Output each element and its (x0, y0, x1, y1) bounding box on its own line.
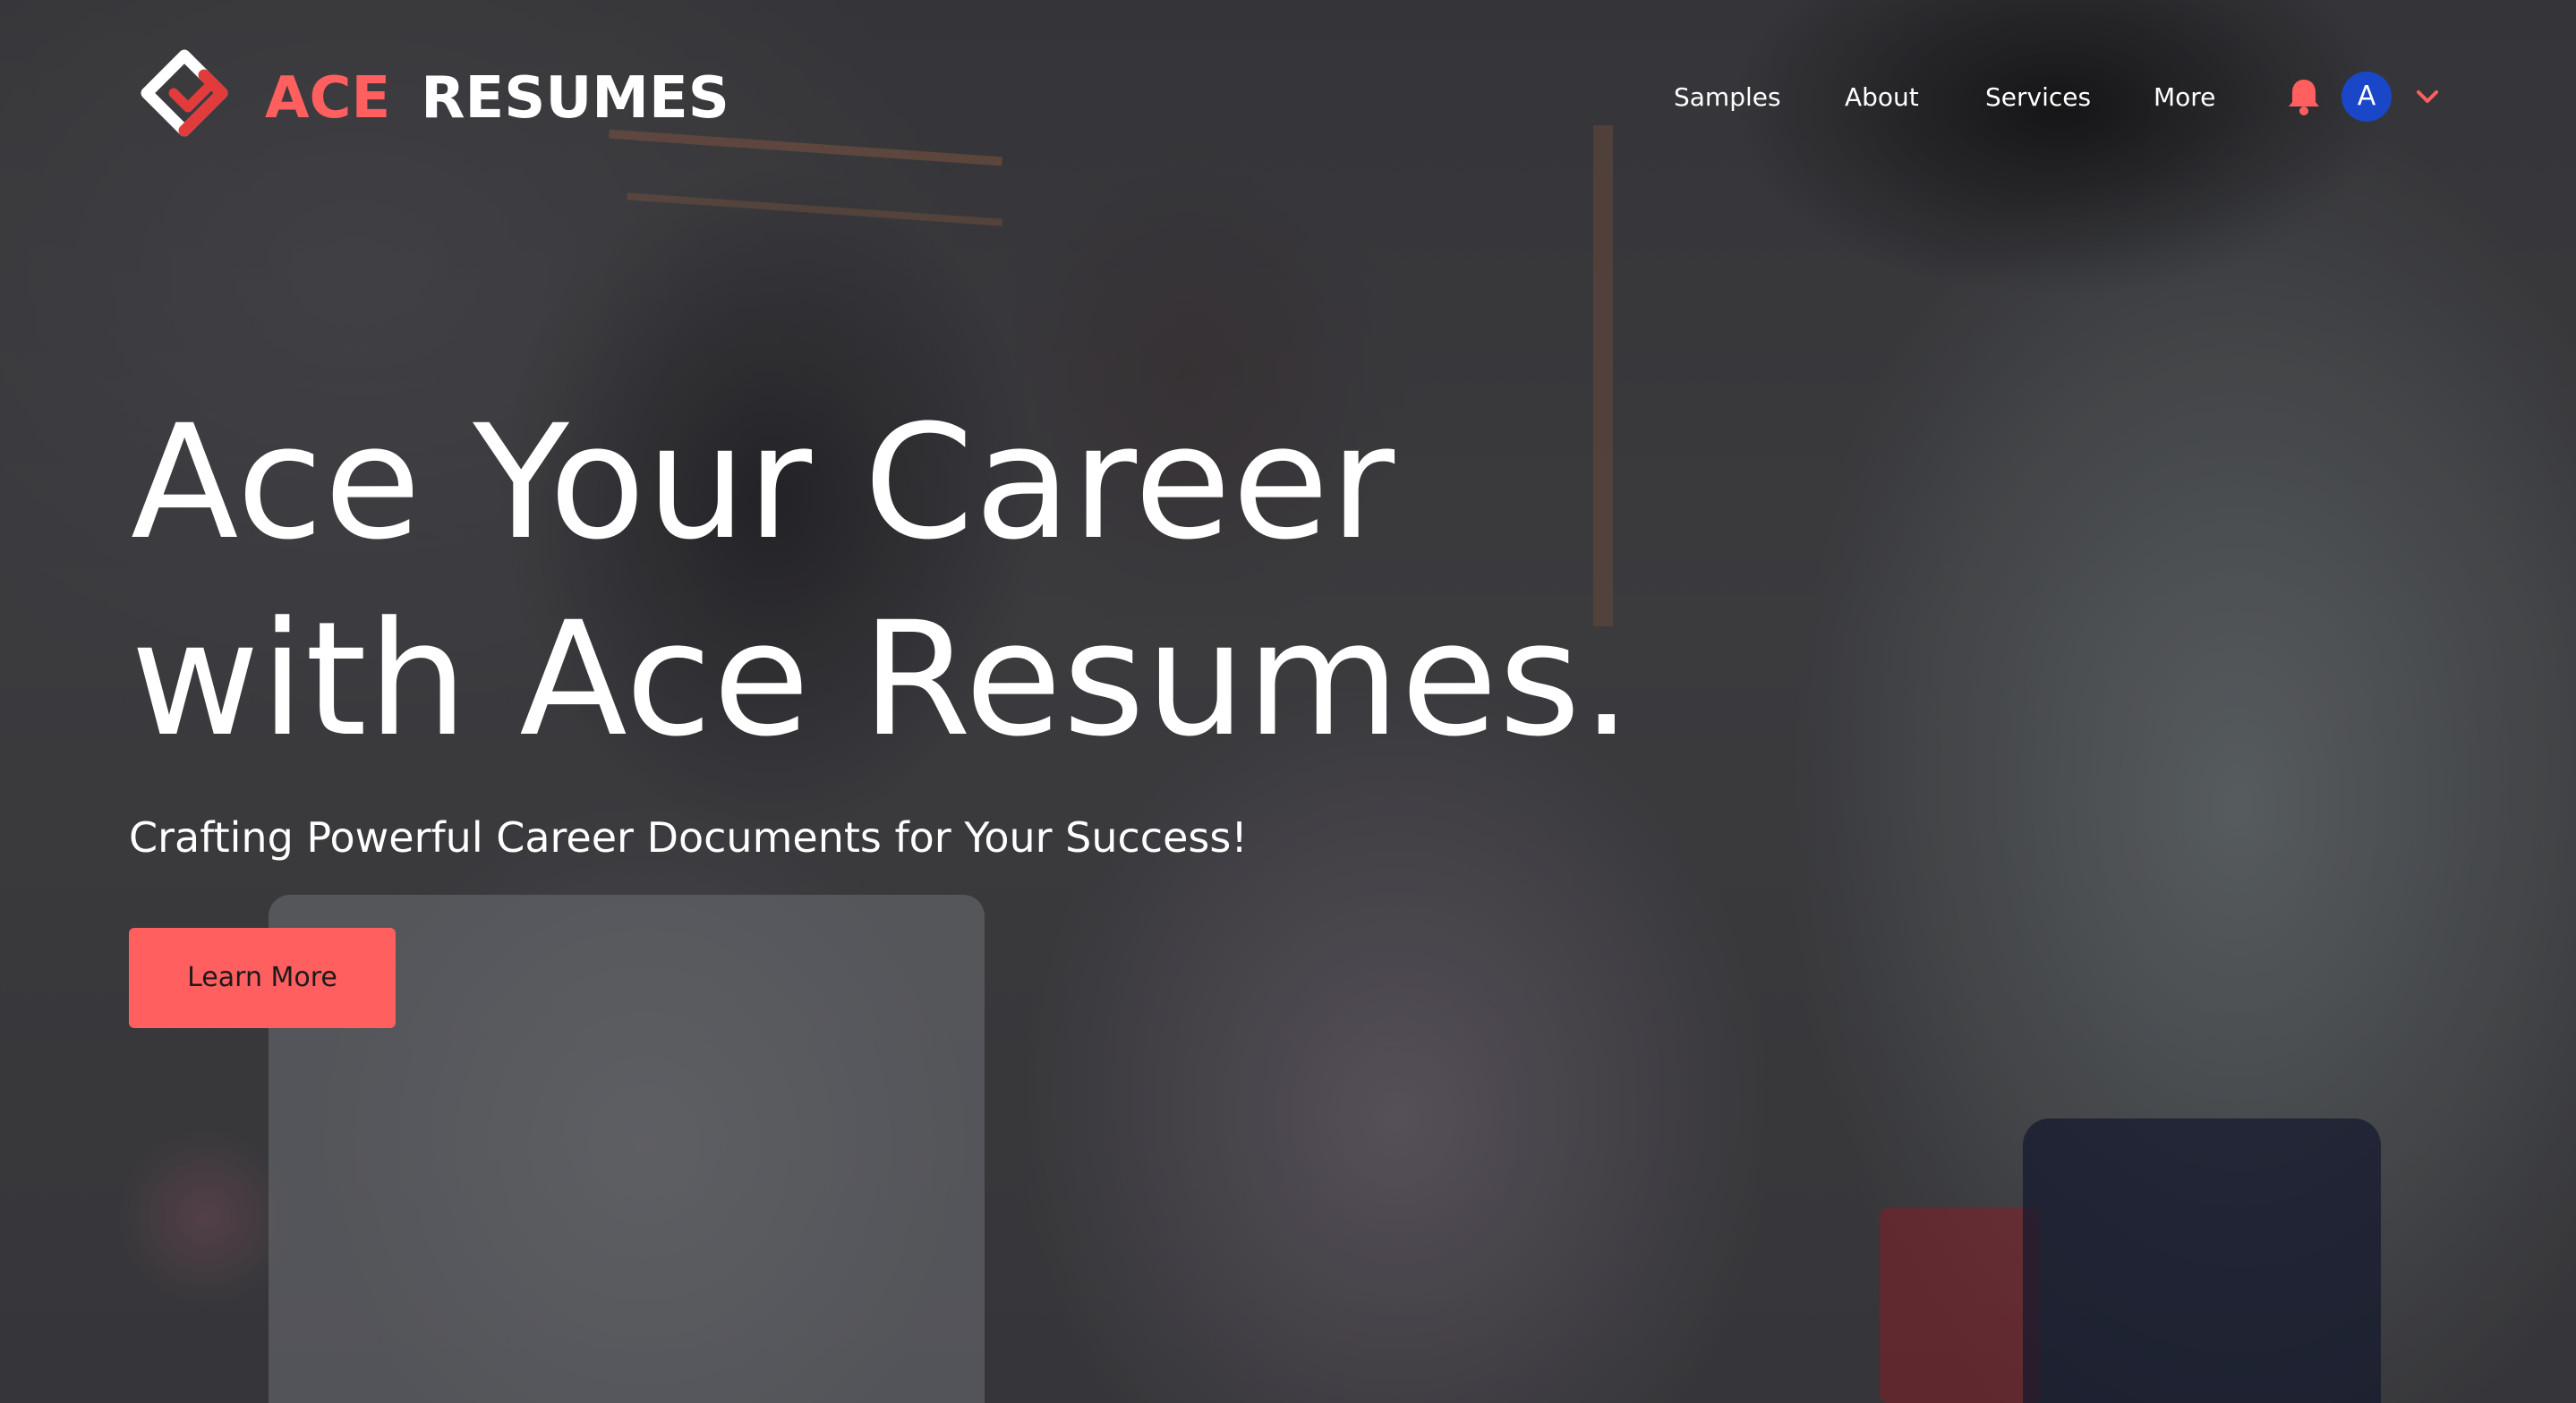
nav-link-more[interactable]: More (2154, 75, 2215, 120)
brand-name: ACE RESUMES (265, 65, 729, 132)
nav-link-services[interactable]: Services (1985, 75, 2091, 120)
top-navbar: ACE RESUMES Samples About Services More A (0, 0, 2576, 197)
nav-link-about[interactable]: About (1845, 75, 1919, 120)
brand-name-part1: ACE (265, 65, 391, 132)
brand-logo[interactable]: ACE RESUMES (132, 47, 729, 150)
avatar[interactable]: A (2341, 72, 2392, 122)
nav-link-samples[interactable]: Samples (1674, 75, 1781, 120)
hero-headline-line1: Ace Your Career (131, 391, 1396, 574)
learn-more-button[interactable]: Learn More (129, 928, 396, 1028)
brand-name-part2: RESUMES (421, 65, 729, 132)
bell-icon[interactable] (2286, 77, 2322, 116)
hero-subtitle: Crafting Powerful Career Documents for Y… (129, 813, 1248, 862)
hero-headline-line2: with Ace Resumes. (131, 588, 1633, 771)
hero-headline: Ace Your Career with Ace Resumes. (131, 385, 1831, 778)
ace-resumes-logo-icon (141, 49, 228, 137)
hero-section: ACE RESUMES Samples About Services More A… (0, 0, 2576, 1403)
chevron-down-icon[interactable] (2414, 86, 2441, 107)
